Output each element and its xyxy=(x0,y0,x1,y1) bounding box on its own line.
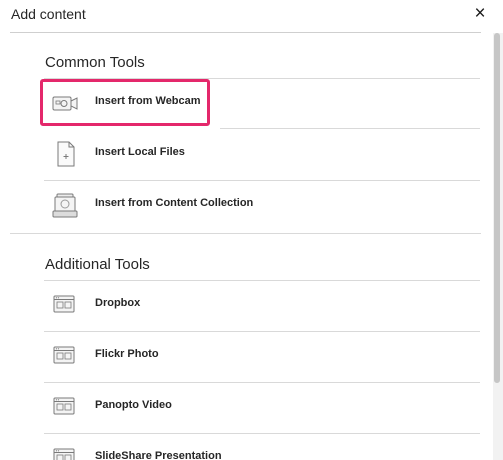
item-label: Dropbox xyxy=(95,297,141,309)
list-item-insert-from-content-collection[interactable]: Insert from Content Collection xyxy=(44,180,480,230)
list-item-slideshare-presentation[interactable]: SlideShare Presentation xyxy=(44,433,480,460)
tool-window-icon xyxy=(52,445,78,460)
item-label: Flickr Photo xyxy=(95,348,159,360)
scrollbar[interactable] xyxy=(493,33,503,460)
list-item-panopto-video[interactable]: Panopto Video xyxy=(44,382,480,432)
item-label: Insert from Content Collection xyxy=(95,197,254,209)
header-divider xyxy=(10,32,481,33)
dialog-header: Add content × xyxy=(0,0,503,32)
tool-window-icon xyxy=(52,394,78,420)
tool-window-icon xyxy=(52,292,78,318)
scrollbar-thumb[interactable] xyxy=(494,33,500,383)
close-icon[interactable]: × xyxy=(470,3,490,25)
dialog-title: Add content xyxy=(11,6,86,22)
section-title-additional-tools: Additional Tools xyxy=(45,256,150,273)
tool-window-icon xyxy=(52,343,78,369)
item-label: Panopto Video xyxy=(95,399,172,411)
item-label: Insert Local Files xyxy=(95,146,185,158)
item-label: SlideShare Presentation xyxy=(95,450,222,460)
file-icon xyxy=(52,141,78,167)
list-item-insert-local-files[interactable]: Insert Local Files xyxy=(44,129,480,179)
section-title-common-tools: Common Tools xyxy=(45,54,145,71)
highlight-box xyxy=(40,79,210,126)
list-item-flickr-photo[interactable]: Flickr Photo xyxy=(44,331,480,381)
section-divider xyxy=(10,233,481,234)
list-item-dropbox[interactable]: Dropbox xyxy=(44,280,480,330)
content-collection-icon xyxy=(52,192,78,218)
